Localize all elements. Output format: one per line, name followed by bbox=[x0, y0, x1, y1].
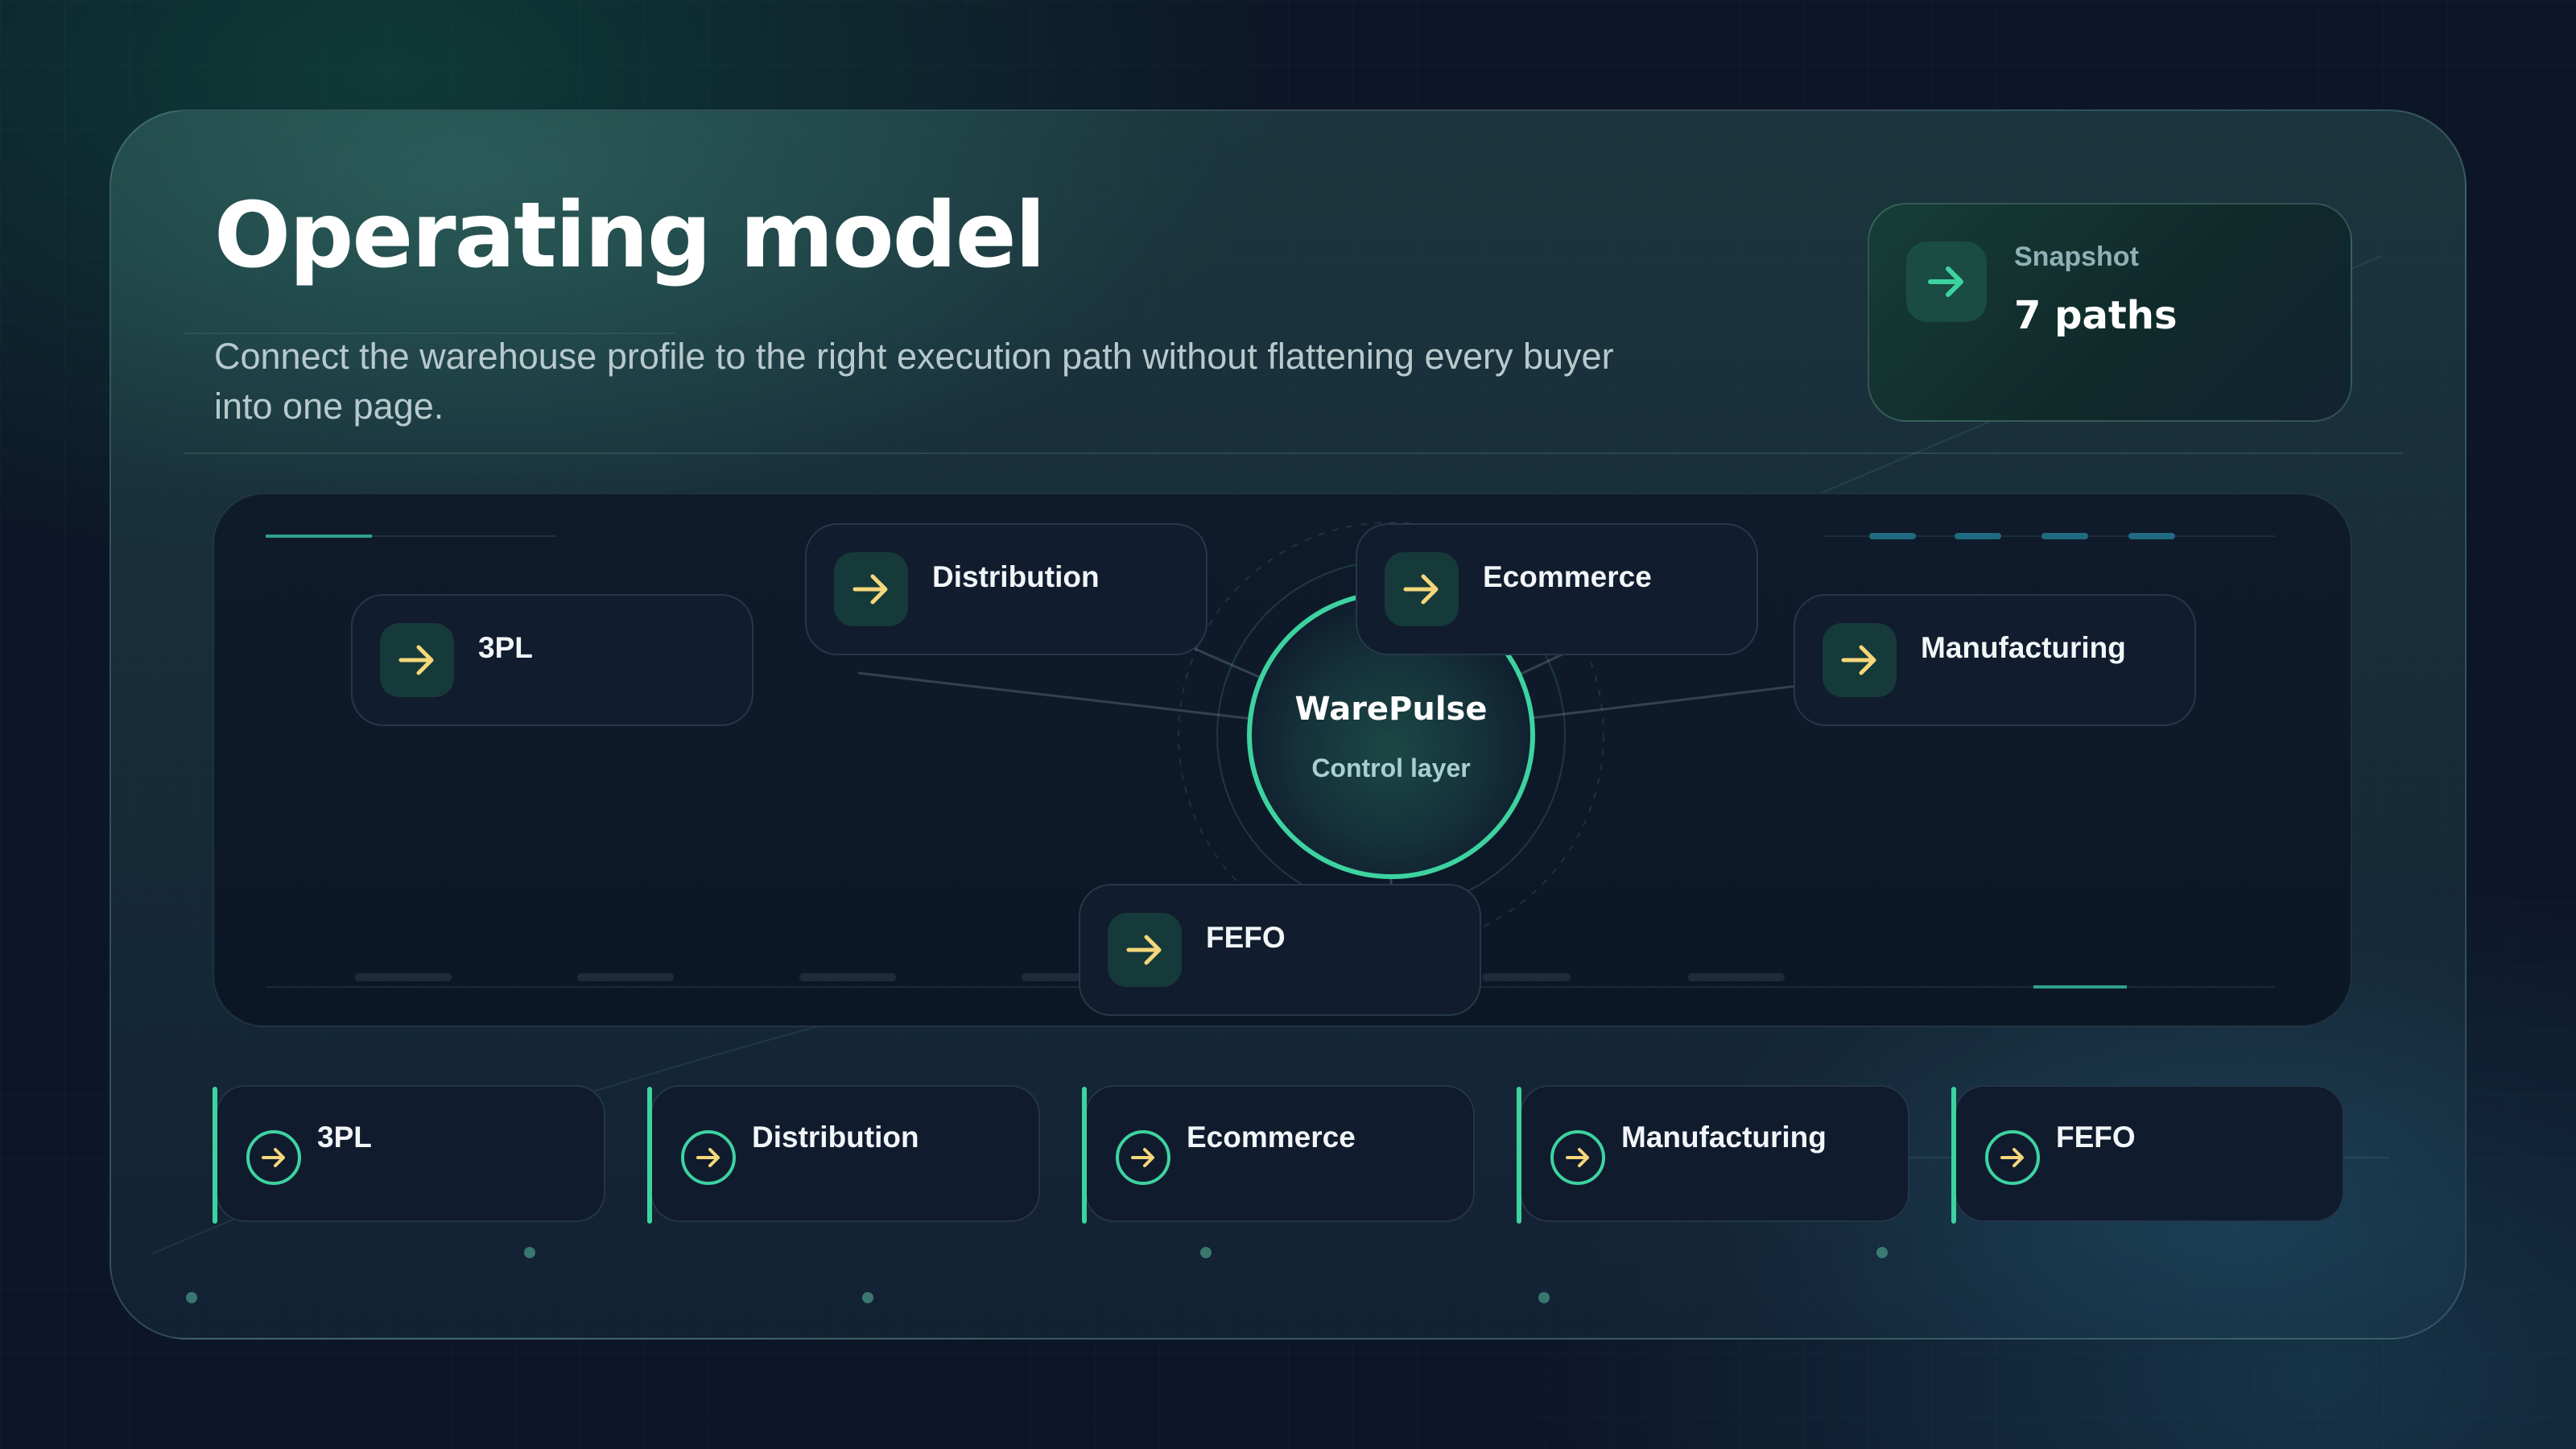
node-label: 3PL bbox=[478, 631, 533, 664]
node-fefo[interactable]: FEFO bbox=[1079, 884, 1481, 1016]
arrow-circle-icon bbox=[681, 1130, 736, 1185]
tile-ecommerce[interactable]: Ecommerce bbox=[1082, 1085, 1475, 1224]
hub-title: WarePulse bbox=[1294, 691, 1488, 728]
hub-subtitle: Control layer bbox=[1311, 753, 1471, 782]
arrow-circle-icon bbox=[1550, 1130, 1605, 1185]
tile-accent-bar bbox=[647, 1087, 652, 1224]
tile-label: FEFO bbox=[2056, 1121, 2136, 1154]
node-label: Manufacturing bbox=[1921, 631, 2126, 664]
arrow-circle-icon bbox=[1116, 1130, 1170, 1185]
tile-accent-bar bbox=[1517, 1087, 1521, 1224]
tile-accent-bar bbox=[1082, 1087, 1087, 1224]
tile-fefo[interactable]: FEFO bbox=[1951, 1085, 2344, 1224]
tile-label: 3PL bbox=[317, 1121, 372, 1154]
network-panel: 3PL Distribution WarePulse Control layer… bbox=[213, 493, 2352, 1027]
node-manufacturing[interactable]: Manufacturing bbox=[1794, 594, 2196, 726]
arrow-right-icon bbox=[1108, 913, 1182, 987]
operating-model-card: Operating model Connect the warehouse pr… bbox=[109, 109, 2467, 1340]
tile-label: Ecommerce bbox=[1187, 1121, 1356, 1154]
node-3pl[interactable]: 3PL bbox=[351, 594, 753, 726]
arrow-right-icon bbox=[1385, 552, 1459, 626]
tile-manufacturing[interactable]: Manufacturing bbox=[1517, 1085, 1909, 1224]
arrow-right-icon bbox=[380, 623, 454, 697]
tile-label: Manufacturing bbox=[1621, 1121, 1827, 1154]
tile-3pl[interactable]: 3PL bbox=[213, 1085, 605, 1224]
snapshot-value: 7 paths bbox=[2014, 293, 2178, 338]
page-subtitle: Connect the warehouse profile to the rig… bbox=[214, 336, 1614, 427]
snapshot-card: Snapshot 7 paths bbox=[1868, 203, 2352, 422]
arrow-circle-icon bbox=[246, 1130, 301, 1185]
node-distribution[interactable]: Distribution bbox=[805, 523, 1208, 655]
tile-accent-bar bbox=[213, 1087, 217, 1224]
arrow-right-icon bbox=[1823, 623, 1897, 697]
arrow-right-icon bbox=[1906, 242, 1987, 322]
page-title: Operating model bbox=[214, 184, 1046, 288]
arrow-right-icon bbox=[834, 552, 908, 626]
tile-label: Distribution bbox=[752, 1121, 919, 1154]
node-label: FEFO bbox=[1206, 921, 1286, 954]
arrow-circle-icon bbox=[1985, 1130, 2040, 1185]
node-label: Ecommerce bbox=[1483, 560, 1652, 593]
node-label: Distribution bbox=[932, 560, 1100, 593]
snapshot-label: Snapshot bbox=[2014, 242, 2139, 272]
tile-distribution[interactable]: Distribution bbox=[647, 1085, 1040, 1224]
header-divider bbox=[184, 452, 2402, 454]
node-ecommerce[interactable]: Ecommerce bbox=[1356, 523, 1758, 655]
tile-accent-bar bbox=[1951, 1087, 1956, 1224]
